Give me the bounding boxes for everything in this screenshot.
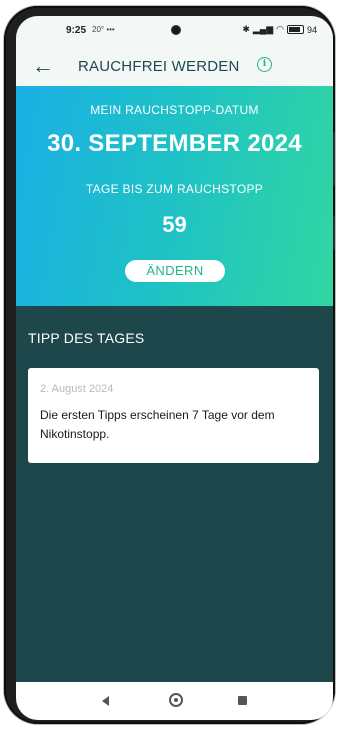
phone-frame: 9:25 20° ••• ✱ ▂▄▆ ◠ 94 ← RAUCHFREI WERD… [4, 6, 335, 724]
screen: 9:25 20° ••• ✱ ▂▄▆ ◠ 94 ← RAUCHFREI WERD… [16, 16, 333, 720]
days-remaining-label: TAGE BIS ZUM RAUCHSTOPP [85, 182, 264, 196]
quit-date-value: 30. SEPTEMBER 2024 [47, 130, 302, 157]
status-time: 9:25 [66, 25, 87, 36]
bluetooth-icon: ✱ [242, 24, 250, 34]
circle-home-icon[interactable] [169, 693, 183, 707]
signal-icon: ▂▄▆ [252, 24, 274, 34]
tip-of-day-heading: TIPP DES TAGES [28, 330, 145, 346]
arrow-left-icon: ← [32, 53, 54, 78]
back-button[interactable]: ← [30, 53, 56, 79]
battery-icon [286, 25, 304, 34]
info-circle-icon[interactable]: i [257, 57, 272, 72]
tip-text: Die ersten Tipps erscheinen 7 Tage vor d… [40, 408, 275, 441]
square-recents-icon[interactable] [238, 696, 247, 705]
page-title: RAUCHFREI WERDEN [78, 58, 240, 75]
battery-level: 94 [306, 24, 317, 35]
change-date-button[interactable]: ÄNDERN [125, 260, 225, 282]
tip-date: 2. August 2024 [40, 383, 114, 395]
wifi-icon: ◠ [276, 24, 284, 34]
status-icons: ✱ ▂▄▆ ◠ 94 [242, 24, 317, 35]
status-bar: 9:25 20° ••• ✱ ▂▄▆ ◠ 94 [16, 16, 333, 46]
tip-card: 2. August 2024 Die ersten Tipps erschein… [28, 368, 319, 463]
status-extra: 20° ••• [92, 25, 115, 34]
app-bar: ← RAUCHFREI WERDEN i [16, 46, 333, 86]
front-camera [172, 26, 180, 34]
quit-date-label: MEIN RAUCHSTOPP-DATUM [90, 103, 259, 117]
days-remaining-value: 59 [162, 212, 187, 237]
triangle-back-icon[interactable] [102, 696, 109, 706]
system-nav-bar [16, 682, 333, 720]
quit-date-panel: MEIN RAUCHSTOPP-DATUM 30. SEPTEMBER 2024… [16, 86, 333, 306]
